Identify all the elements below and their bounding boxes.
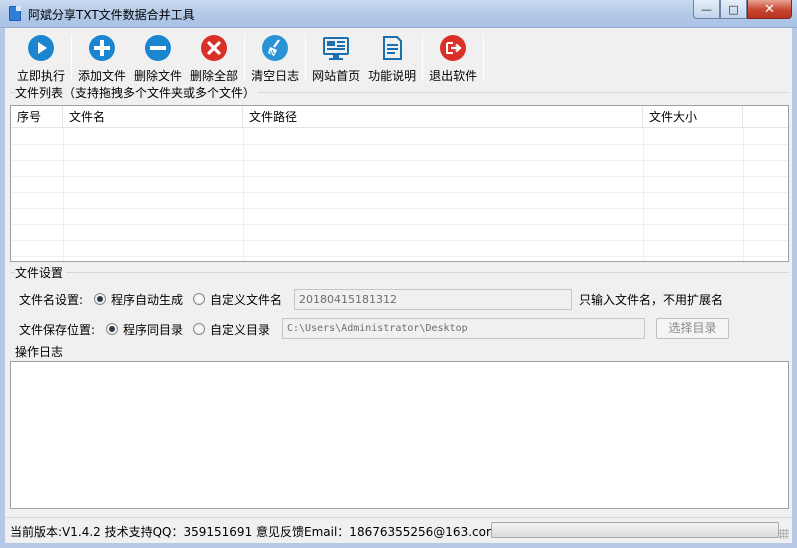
group-divider [10, 272, 789, 273]
radio-auto-generate-label[interactable]: 程序自动生成 [111, 291, 183, 308]
monitor-icon [322, 34, 350, 62]
exit-label: 退出软件 [429, 69, 478, 83]
toolbar-separator [244, 34, 246, 80]
filename-hint: 只输入文件名，不用扩展名 [579, 293, 724, 307]
column-header-filesize[interactable]: 文件大小 [643, 106, 743, 128]
delete-all-button[interactable]: 删除全部 [186, 32, 242, 83]
radio-auto-generate[interactable] [94, 293, 106, 305]
file-list-group-title: 文件列表（支持拖拽多个文件夹或多个文件） [15, 84, 259, 101]
clear-log-label: 清空日志 [251, 69, 300, 83]
play-icon [27, 34, 55, 62]
exit-button[interactable]: 退出软件 [425, 32, 481, 83]
window-border-bottom [0, 543, 797, 548]
minus-icon [144, 34, 172, 62]
status-text: 当前版本:V1.4.2 技术支持QQ：359151691 意见反馈Email：1… [10, 525, 498, 539]
x-circle-icon [200, 34, 228, 62]
filename-input[interactable]: 20180415181312 [294, 289, 572, 310]
table-header: 序号 文件名 文件路径 文件大小 [11, 106, 788, 128]
save-location-label: 文件保存位置: [19, 323, 96, 337]
app-icon [9, 6, 21, 21]
choose-directory-button[interactable]: 选择目录 [656, 318, 729, 339]
radio-custom-filename-label[interactable]: 自定义文件名 [210, 291, 282, 308]
broom-icon [261, 34, 289, 62]
log-textarea[interactable] [10, 361, 789, 509]
file-list-table[interactable]: 序号 文件名 文件路径 文件大小 [10, 105, 789, 262]
website-home-label: 网站首页 [312, 69, 361, 83]
minimize-button[interactable]: — [693, 0, 720, 19]
run-now-label: 立即执行 [17, 69, 66, 83]
resize-grip[interactable] [779, 529, 789, 539]
radio-same-directory-label[interactable]: 程序同目录 [123, 321, 183, 338]
run-now-button[interactable]: 立即执行 [13, 32, 69, 83]
website-home-button[interactable]: 网站首页 [308, 32, 364, 83]
help-button[interactable]: 功能说明 [364, 32, 420, 83]
delete-file-button[interactable]: 删除文件 [130, 32, 186, 83]
add-file-label: 添加文件 [78, 69, 127, 83]
add-file-button[interactable]: 添加文件 [74, 32, 130, 83]
delete-all-label: 删除全部 [190, 69, 239, 83]
save-directory-input[interactable]: C:\Users\Administrator\Desktop [282, 318, 645, 339]
toolbar-separator [305, 34, 307, 80]
exit-icon [439, 34, 467, 62]
radio-custom-directory[interactable] [193, 323, 205, 335]
plus-icon [88, 34, 116, 62]
toolbar-separator [483, 34, 485, 80]
table-body [11, 128, 788, 261]
window-controls: — □ ✕ [693, 0, 792, 19]
filename-setting-label: 文件名设置: [19, 293, 84, 307]
title-bar: 阿斌分享TXT文件数据合并工具 — □ ✕ [0, 0, 797, 28]
log-group-title: 操作日志 [15, 343, 67, 360]
status-bar: 当前版本:V1.4.2 技术支持QQ：359151691 意见反馈Email：1… [5, 517, 792, 543]
radio-custom-directory-label[interactable]: 自定义目录 [210, 321, 270, 338]
file-settings-group-title: 文件设置 [15, 264, 67, 281]
toolbar-separator [71, 34, 73, 80]
maximize-button[interactable]: □ [720, 0, 747, 19]
radio-custom-filename[interactable] [193, 293, 205, 305]
toolbar-separator [422, 34, 424, 80]
toolbar: 立即执行 添加文件 删除文件 删除全部 清空日志 网站首页 功能说明 退出软件 [13, 32, 486, 83]
close-button[interactable]: ✕ [747, 0, 792, 19]
column-header-filepath[interactable]: 文件路径 [243, 106, 643, 128]
document-icon [378, 34, 406, 62]
help-label: 功能说明 [368, 69, 417, 83]
clear-log-button[interactable]: 清空日志 [247, 32, 303, 83]
window-title: 阿斌分享TXT文件数据合并工具 [28, 8, 195, 22]
delete-file-label: 删除文件 [134, 69, 183, 83]
column-header-filename[interactable]: 文件名 [63, 106, 243, 128]
radio-same-directory[interactable] [106, 323, 118, 335]
progress-bar [491, 522, 779, 538]
column-header-index[interactable]: 序号 [11, 106, 63, 128]
